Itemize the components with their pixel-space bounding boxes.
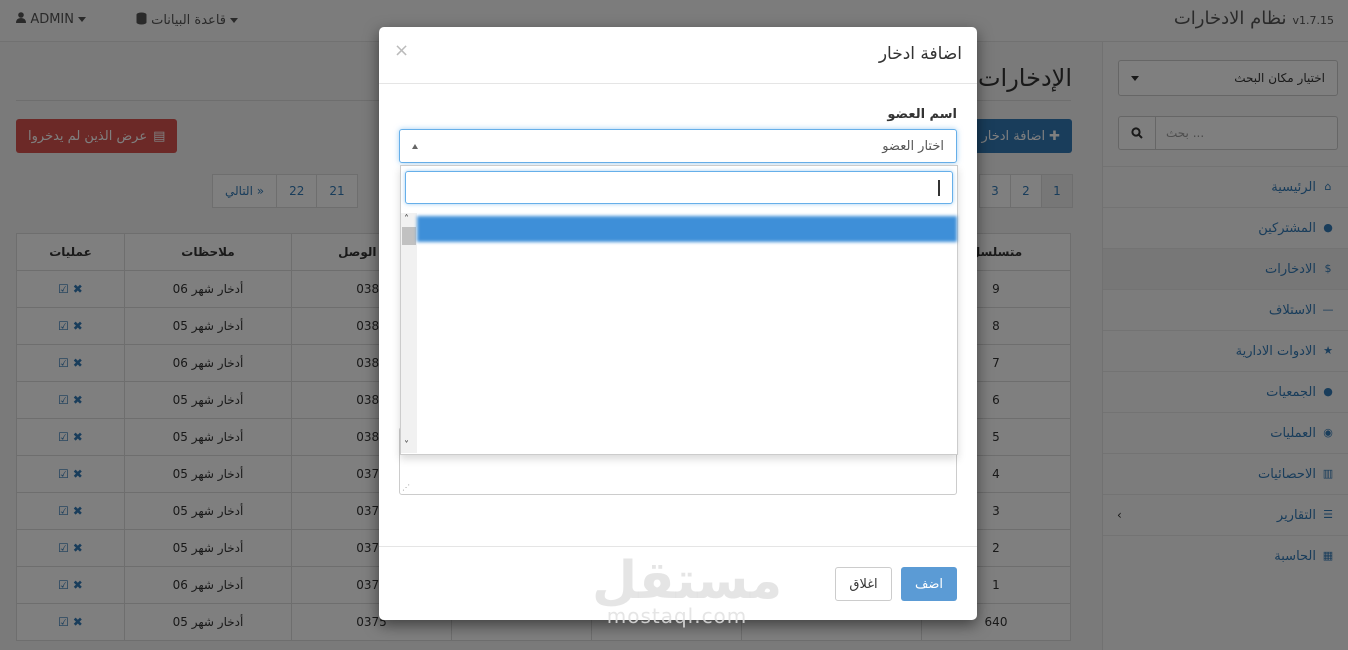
- caret-up-icon: [412, 143, 418, 149]
- member-option[interactable]: [417, 422, 957, 448]
- member-option[interactable]: [417, 242, 957, 268]
- divider: [379, 546, 977, 547]
- member-search-input[interactable]: [405, 171, 953, 204]
- submit-add-button[interactable]: اضف: [901, 567, 957, 601]
- member-name-label: اسم العضو: [887, 107, 957, 122]
- member-option[interactable]: [417, 216, 957, 242]
- modal-title: اضافة ادخار: [878, 44, 962, 64]
- member-select[interactable]: اختار العضو: [399, 129, 957, 163]
- scroll-up-icon[interactable]: ˄: [404, 214, 409, 225]
- member-options-list: [417, 216, 957, 448]
- close-icon[interactable]: ×: [394, 40, 409, 61]
- resize-grip-icon[interactable]: ⋰: [402, 483, 410, 492]
- close-button[interactable]: اغلاق: [835, 567, 892, 601]
- scroll-down-icon[interactable]: ˅: [404, 440, 409, 451]
- member-option[interactable]: [417, 293, 957, 319]
- dropdown-scrollbar[interactable]: ˄ ˅: [401, 213, 417, 453]
- member-dropdown: ˄ ˅: [400, 165, 958, 455]
- scroll-thumb[interactable]: [402, 227, 416, 245]
- text-cursor: [938, 180, 940, 196]
- member-option[interactable]: [417, 345, 957, 371]
- member-option[interactable]: [417, 371, 957, 397]
- member-option[interactable]: [417, 319, 957, 345]
- divider: [379, 83, 977, 84]
- member-select-value: اختار العضو: [882, 138, 944, 154]
- member-option[interactable]: [417, 268, 957, 294]
- member-option[interactable]: [417, 397, 957, 423]
